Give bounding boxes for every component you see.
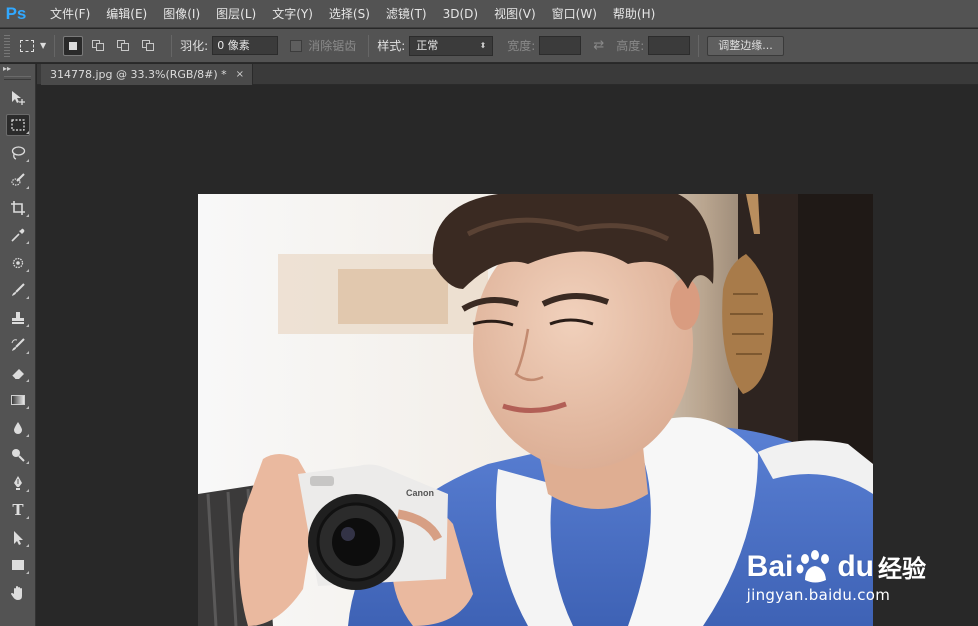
chevron-down-icon: ▼ <box>40 41 47 50</box>
crop-icon <box>11 200 25 215</box>
eyedropper-icon <box>11 228 25 242</box>
move-tool[interactable] <box>0 84 36 112</box>
photoshop-logo: Ps <box>5 3 27 23</box>
brush-icon <box>12 283 25 297</box>
width-label: 宽度: <box>507 39 536 53</box>
intersect-selection-icon <box>142 40 155 51</box>
document-tab-bar: 314778.jpg @ 33.3%(RGB/8#) * × <box>37 64 978 85</box>
menu-window[interactable]: 窗口(W) <box>544 0 605 28</box>
document-tab[interactable]: 314778.jpg @ 33.3%(RGB/8#) * × <box>41 64 253 85</box>
style-label: 样式: <box>377 39 406 53</box>
eraser-icon <box>11 368 24 380</box>
tools-panel: ▸▸ T <box>0 64 36 626</box>
feather-input[interactable]: 0 像素 <box>212 36 279 55</box>
hand-tool[interactable] <box>0 579 36 607</box>
clone-stamp-tool[interactable] <box>0 304 36 332</box>
rectangle-tool[interactable] <box>0 552 36 580</box>
menu-help[interactable]: 帮助(H) <box>605 0 663 28</box>
intersect-selection-button[interactable] <box>138 36 158 56</box>
quick-selection-tool[interactable] <box>0 167 36 195</box>
subtract-from-selection-button[interactable] <box>113 36 133 56</box>
divider <box>698 34 700 57</box>
options-bar: ▼ 羽化: 0 像素 消除锯齿 样式: 正常 ⬍ 宽度: ⇄ 高度: 调整边缘.… <box>0 29 978 63</box>
rectangular-marquee-tool[interactable] <box>0 112 36 140</box>
lasso-icon <box>11 146 26 160</box>
menu-view[interactable]: 视图(V) <box>486 0 544 28</box>
watermark-brand-left: Bai <box>746 549 794 583</box>
rectangle-icon <box>12 560 24 571</box>
feather-label: 羽化: <box>180 39 209 53</box>
gradient-tool[interactable] <box>0 387 36 415</box>
blur-icon <box>14 421 22 434</box>
eraser-tool[interactable] <box>0 359 36 387</box>
chevron-updown-icon: ⬍ <box>479 40 487 50</box>
refine-edge-button[interactable]: 调整边缘... <box>707 35 784 56</box>
hand-icon <box>11 585 22 600</box>
baidu-paw-icon <box>796 549 830 582</box>
menu-image[interactable]: 图像(I) <box>155 0 208 28</box>
canvas-area[interactable]: Canon Bai du 经验 jingyan.baidu.com <box>37 86 978 626</box>
marquee-icon <box>20 39 34 52</box>
lasso-tool[interactable] <box>0 139 36 167</box>
menu-filter[interactable]: 滤镜(T) <box>378 0 435 28</box>
height-label: 高度: <box>616 39 645 53</box>
antialias-label: 消除锯齿 <box>308 39 357 53</box>
add-to-selection-button[interactable] <box>88 36 108 56</box>
swap-icon[interactable]: ⇄ <box>593 38 604 53</box>
new-selection-icon <box>69 41 78 50</box>
divider <box>171 34 173 57</box>
svg-text:Canon: Canon <box>406 488 434 498</box>
tool-preset-picker[interactable]: ▼ <box>20 39 47 52</box>
menu-bar: Ps 文件(F) 编辑(E) 图像(I) 图层(L) 文字(Y) 选择(S) 滤… <box>0 0 978 28</box>
watermark-brand-right: du <box>837 549 874 583</box>
document-title: 314778.jpg @ 33.3%(RGB/8#) * <box>50 68 227 81</box>
watermark-cn-text: 经验 <box>878 555 926 583</box>
type-icon: T <box>12 501 24 520</box>
history-brush-tool[interactable] <box>0 332 36 360</box>
collapse-panel-icon[interactable]: ▸▸ <box>0 64 35 74</box>
marquee-icon <box>11 119 25 131</box>
pen-icon <box>14 475 22 490</box>
menu-type[interactable]: 文字(Y) <box>264 0 321 28</box>
eyedropper-tool[interactable] <box>0 222 36 250</box>
style-select[interactable]: 正常 ⬍ <box>409 35 494 56</box>
baidu-jingyan-watermark: Bai du 经验 jingyan.baidu.com <box>747 549 926 604</box>
menu-3d[interactable]: 3D(D) <box>435 0 486 28</box>
stamp-icon <box>12 311 24 324</box>
blur-tool[interactable] <box>0 414 36 442</box>
divider <box>54 34 56 57</box>
style-select-value: 正常 <box>416 38 439 52</box>
crop-tool[interactable] <box>0 194 36 222</box>
height-input[interactable] <box>648 36 691 55</box>
gradient-icon <box>11 395 25 406</box>
path-selection-tool[interactable] <box>0 524 36 552</box>
path-selection-icon <box>14 530 23 545</box>
quick-selection-icon <box>11 173 25 186</box>
divider <box>368 34 370 57</box>
menu-file[interactable]: 文件(F) <box>42 0 98 28</box>
brush-tool[interactable] <box>0 277 36 305</box>
healing-icon <box>12 257 24 268</box>
menu-layer[interactable]: 图层(L) <box>208 0 264 28</box>
menu-edit[interactable]: 编辑(E) <box>98 0 155 28</box>
watermark-url: jingyan.baidu.com <box>746 586 891 604</box>
new-selection-button[interactable] <box>63 35 84 56</box>
add-selection-icon <box>92 40 105 51</box>
panel-grip[interactable] <box>4 76 31 80</box>
move-icon <box>12 90 25 105</box>
width-input[interactable] <box>539 36 582 55</box>
menu-select[interactable]: 选择(S) <box>321 0 378 28</box>
subtract-selection-icon <box>117 40 130 51</box>
antialias-checkbox[interactable] <box>290 39 303 52</box>
history-brush-icon <box>11 338 25 352</box>
close-icon[interactable]: × <box>236 69 244 80</box>
dodge-icon <box>12 449 25 462</box>
spot-healing-brush-tool[interactable] <box>0 249 36 277</box>
type-tool[interactable]: T <box>0 497 36 525</box>
dodge-tool[interactable] <box>0 442 36 470</box>
options-bar-grip[interactable] <box>4 34 10 57</box>
pen-tool[interactable] <box>0 469 36 497</box>
menu-items: 文件(F) 编辑(E) 图像(I) 图层(L) 文字(Y) 选择(S) 滤镜(T… <box>42 0 663 28</box>
